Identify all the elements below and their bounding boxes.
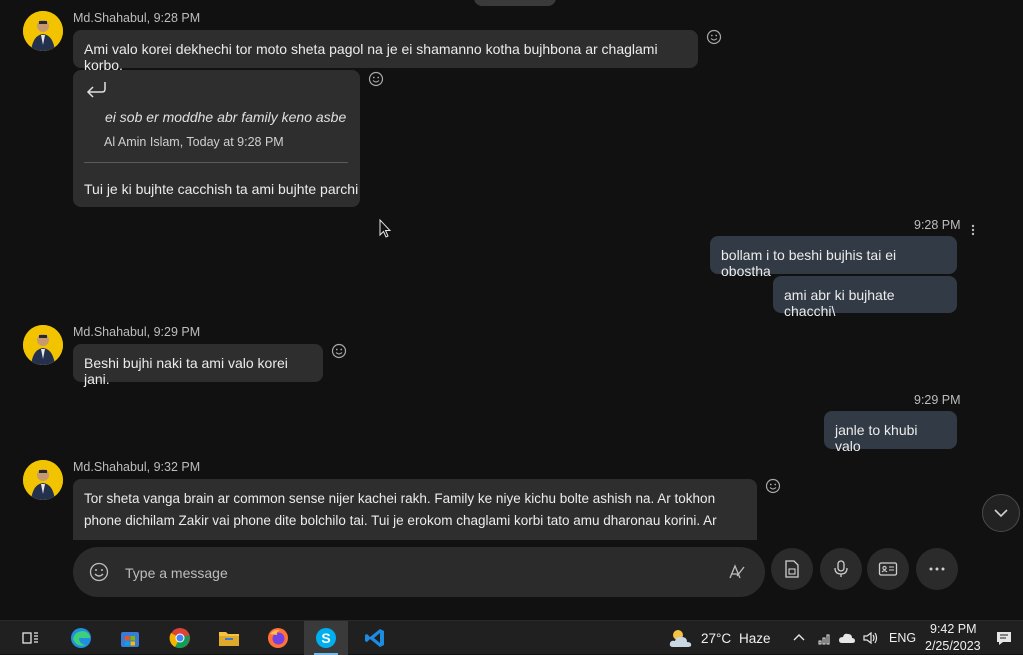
message-text: Tui je ki bujhte cacchish ta ami bujhte …	[84, 181, 359, 197]
emoji-icon[interactable]	[89, 562, 109, 582]
scroll-to-bottom-button[interactable]	[982, 494, 1020, 532]
record-audio-button[interactable]	[820, 548, 862, 590]
chevron-up-icon[interactable]	[792, 632, 806, 642]
more-options-button[interactable]	[916, 548, 958, 590]
person-avatar-icon	[23, 460, 63, 500]
message-input[interactable]	[123, 547, 707, 599]
firefox-taskbar-button[interactable]	[256, 621, 300, 655]
firefox-icon	[268, 628, 288, 648]
ellipsis-icon	[929, 567, 945, 571]
input-language[interactable]: ENG	[889, 631, 916, 645]
avatar[interactable]	[23, 460, 63, 500]
store-taskbar-button[interactable]	[108, 621, 152, 655]
weather-icon[interactable]	[667, 627, 695, 649]
message-time: 9:29 PM	[914, 393, 961, 407]
network-icon[interactable]	[817, 631, 833, 645]
message-bubble[interactable]: Beshi bujhi naki ta ami valo korei jani.	[73, 344, 323, 387]
scroll-indicator[interactable]	[474, 0, 556, 6]
message-bubble[interactable]: Tor sheta vanga brain ar common sense ni…	[73, 479, 757, 540]
weather-temperature[interactable]: 27°C	[701, 631, 731, 646]
send-contact-button[interactable]	[867, 548, 909, 590]
my-message-bubble[interactable]: ami abr ki bujhate chacchi\	[773, 276, 957, 319]
edge-taskbar-button[interactable]	[59, 621, 103, 655]
task-view-icon	[22, 632, 38, 644]
my-message-bubble[interactable]: bollam i to beshi bujhis tai ei obostha	[710, 236, 957, 279]
avatar[interactable]	[23, 11, 63, 51]
share-file-button[interactable]	[771, 548, 813, 590]
avatar[interactable]	[23, 325, 63, 365]
file-explorer-taskbar-button[interactable]	[207, 621, 251, 655]
clock-date[interactable]: 2/25/2023	[925, 639, 981, 653]
chat-area: Md.Shahabul, 9:28 PM Ami valo korei dekh…	[0, 0, 1023, 540]
sender-name: Md.Shahabul, 9:29 PM	[73, 325, 201, 339]
person-avatar-icon	[23, 11, 63, 51]
weather-description[interactable]: Haze	[739, 631, 771, 646]
add-reaction-icon[interactable]	[706, 29, 722, 45]
my-message-bubble[interactable]: janle to khubi valo	[824, 411, 957, 454]
message-text: ami abr ki bujhate chacchi\	[784, 287, 895, 319]
message-text: phone dichilam Zakir vai phone dite bolc…	[84, 513, 717, 528]
message-text: janle to khubi valo	[835, 422, 918, 454]
onedrive-icon[interactable]	[838, 632, 856, 644]
reply-message-bubble[interactable]: ei sob er moddhe abr family keno asbe Al…	[73, 70, 360, 207]
task-view-button[interactable]	[9, 621, 53, 655]
message-text: Ami valo korei dekhechi tor moto sheta p…	[84, 41, 658, 73]
chevron-down-icon	[994, 509, 1008, 518]
person-avatar-icon	[23, 325, 63, 365]
sender-name: Md.Shahabul, 9:28 PM	[73, 11, 201, 25]
message-bubble[interactable]: Ami valo korei dekhechi tor moto sheta p…	[73, 30, 698, 73]
folder-icon	[219, 632, 239, 646]
windows-taskbar: S 27°C Haze ENG 9:42 PM 2/25/2023	[0, 620, 1023, 655]
contact-card-icon	[878, 562, 898, 576]
volume-icon[interactable]	[862, 631, 880, 645]
add-reaction-icon[interactable]	[765, 478, 781, 494]
add-reaction-icon[interactable]	[331, 343, 347, 359]
sender-name: Md.Shahabul, 9:32 PM	[73, 460, 201, 474]
chrome-taskbar-button[interactable]	[158, 621, 202, 655]
more-options-icon[interactable]	[969, 223, 977, 237]
vscode-icon	[365, 629, 384, 647]
quoted-message-text: ei sob er moddhe abr family keno asbe	[105, 109, 347, 125]
message-text: bollam i to beshi bujhis tai ei obostha	[721, 247, 897, 279]
skype-icon: S	[316, 628, 336, 648]
file-icon	[785, 560, 799, 578]
chrome-icon	[169, 628, 190, 649]
microphone-icon	[834, 560, 848, 577]
clock-time[interactable]: 9:42 PM	[930, 622, 977, 636]
quote-divider	[84, 162, 348, 163]
reply-arrow-icon	[86, 82, 106, 98]
skype-taskbar-button[interactable]: S	[304, 621, 348, 655]
svg-text:S: S	[321, 630, 330, 646]
start-edge	[0, 621, 6, 655]
quoted-message-meta: Al Amin Islam, Today at 9:28 PM	[104, 135, 284, 149]
message-text: Tor sheta vanga brain ar common sense ni…	[84, 491, 716, 506]
mouse-cursor-icon	[379, 219, 391, 238]
vscode-taskbar-button[interactable]	[353, 621, 397, 655]
store-icon	[121, 632, 139, 647]
edge-icon	[71, 628, 91, 648]
format-text-icon[interactable]	[728, 563, 746, 581]
add-reaction-icon[interactable]	[368, 71, 384, 87]
message-text: Beshi bujhi naki ta ami valo korei jani.	[84, 355, 288, 387]
message-composer	[73, 547, 765, 599]
message-time: 9:28 PM	[914, 218, 961, 232]
notifications-icon[interactable]	[995, 630, 1013, 647]
